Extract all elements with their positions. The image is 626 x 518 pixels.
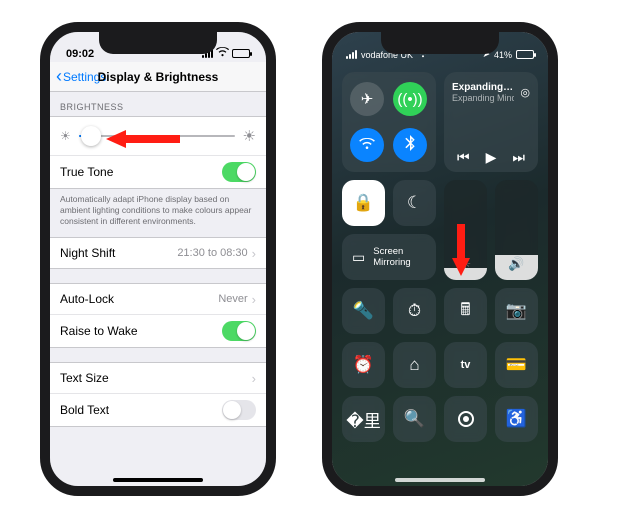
media-subtitle: Expanding Mind: [452, 93, 514, 103]
antenna-icon: ((•)): [397, 91, 422, 108]
page-title: Display & Brightness: [50, 70, 266, 84]
media-module[interactable]: Expanding Min… Expanding Mind ◎ ⏮ ▶ ⏭: [444, 72, 538, 172]
next-track-button[interactable]: ⏭: [512, 149, 525, 166]
timer-button[interactable]: ⏱: [393, 288, 436, 334]
bluetooth-toggle[interactable]: [393, 128, 427, 162]
chevron-right-icon: ›: [252, 292, 256, 307]
true-tone-description: Automatically adapt iPhone display based…: [50, 189, 266, 237]
text-size-row[interactable]: Text Size ›: [50, 363, 266, 393]
volume-slider[interactable]: 🔊: [495, 180, 538, 280]
auto-lock-row[interactable]: Auto-Lock Never ›: [50, 284, 266, 314]
notch: [381, 32, 499, 54]
sun-min-icon: ☀: [60, 129, 71, 143]
brightness-slider[interactable]: ☀: [444, 180, 487, 280]
raise-to-wake-switch[interactable]: [222, 321, 256, 341]
bluetooth-icon: [405, 135, 415, 155]
volume-icon: 🔊: [495, 256, 538, 272]
bold-text-row[interactable]: Bold Text: [50, 393, 266, 426]
true-tone-row[interactable]: True Tone: [50, 155, 266, 188]
calculator-button[interactable]: 🖩: [444, 288, 487, 334]
night-shift-label: Night Shift: [60, 246, 115, 260]
qr-icon: �里: [346, 407, 380, 432]
brightness-slider-row: ☀ ☀: [50, 117, 266, 155]
record-icon: [458, 411, 474, 427]
calculator-icon: 🖩: [460, 297, 470, 326]
auto-lock-label: Auto-Lock: [60, 292, 114, 306]
phone-settings: 09:02 ‹ Settings Display & Brightness BR…: [40, 22, 276, 496]
record-button[interactable]: [444, 396, 487, 442]
auto-lock-value: Never: [218, 293, 247, 305]
wifi-icon: [359, 137, 375, 154]
home-indicator[interactable]: [113, 478, 203, 482]
airplane-toggle[interactable]: ✈: [350, 82, 384, 116]
accessibility-icon: ♿: [506, 409, 527, 429]
airplay-icon[interactable]: ◎: [520, 86, 530, 99]
timer-icon: ⏱: [408, 301, 421, 321]
battery-percent: 41%: [494, 50, 512, 60]
true-tone-switch[interactable]: [222, 162, 256, 182]
alarm-icon: ⏰: [353, 355, 374, 375]
nav-bar: ‹ Settings Display & Brightness: [50, 62, 266, 92]
magnifier-icon: 🔍: [404, 409, 425, 429]
apple-tv-remote-button[interactable]: tv: [444, 342, 487, 388]
screen-mirroring-label: Screen Mirroring: [373, 246, 426, 268]
text-size-label: Text Size: [60, 371, 109, 385]
cellular-toggle[interactable]: ((•)): [393, 82, 427, 116]
mirroring-icon: ▭: [352, 249, 365, 266]
alarm-button[interactable]: ⏰: [342, 342, 385, 388]
bold-text-switch[interactable]: [222, 400, 256, 420]
battery-icon: [516, 50, 534, 59]
section-header-brightness: BRIGHTNESS: [50, 92, 266, 116]
phone-control-center: vodafone UK ➤ 41% ✈ ((•)): [322, 22, 558, 496]
wallet-button[interactable]: 💳: [495, 342, 538, 388]
qr-scanner-button[interactable]: �里: [342, 396, 385, 442]
chevron-right-icon: ›: [252, 246, 256, 261]
status-time: 09:02: [66, 48, 94, 60]
wifi-toggle[interactable]: [350, 128, 384, 162]
raise-to-wake-row[interactable]: Raise to Wake: [50, 314, 266, 347]
cellular-signal-icon: [346, 50, 357, 59]
night-shift-row[interactable]: Night Shift 21:30 to 08:30 ›: [50, 238, 266, 268]
connectivity-module[interactable]: ✈ ((•)): [342, 72, 436, 172]
home-indicator[interactable]: [395, 478, 485, 482]
control-center-grid: ✈ ((•)) Expanding Min… Expanding Mind ◎: [342, 72, 538, 442]
slider-thumb[interactable]: [81, 126, 101, 146]
bold-text-label: Bold Text: [60, 403, 109, 417]
previous-track-button[interactable]: ⏮: [457, 149, 470, 166]
brightness-slider[interactable]: [79, 135, 235, 137]
wallet-icon: 💳: [506, 355, 527, 375]
screen-mirroring-button[interactable]: ▭ Screen Mirroring: [342, 234, 436, 280]
magnifier-button[interactable]: 🔍: [393, 396, 436, 442]
play-button[interactable]: ▶: [486, 149, 497, 166]
sun-icon: ☀: [444, 256, 487, 272]
camera-button[interactable]: 📷: [495, 288, 538, 334]
raise-to-wake-label: Raise to Wake: [60, 324, 138, 338]
wifi-icon: [216, 47, 229, 60]
airplane-icon: ✈: [361, 90, 374, 108]
home-button[interactable]: ⌂: [393, 342, 436, 388]
orientation-lock-button[interactable]: 🔒: [342, 180, 385, 226]
accessibility-button[interactable]: ♿: [495, 396, 538, 442]
appletv-label: tv: [461, 359, 471, 371]
true-tone-label: True Tone: [60, 165, 113, 179]
sun-max-icon: ☀: [243, 127, 256, 145]
night-shift-value: 21:30 to 08:30: [177, 247, 247, 259]
camera-icon: 📷: [506, 301, 527, 321]
do-not-disturb-button[interactable]: ☾: [393, 180, 436, 226]
chevron-right-icon: ›: [252, 371, 256, 386]
home-icon: ⌂: [409, 355, 419, 375]
lock-icon: 🔒: [353, 193, 374, 213]
battery-icon: [232, 49, 250, 58]
media-title: Expanding Min…: [452, 82, 514, 93]
flashlight-button[interactable]: 🔦: [342, 288, 385, 334]
notch: [99, 32, 217, 54]
moon-icon: ☾: [407, 193, 422, 213]
flashlight-icon: 🔦: [353, 301, 374, 321]
